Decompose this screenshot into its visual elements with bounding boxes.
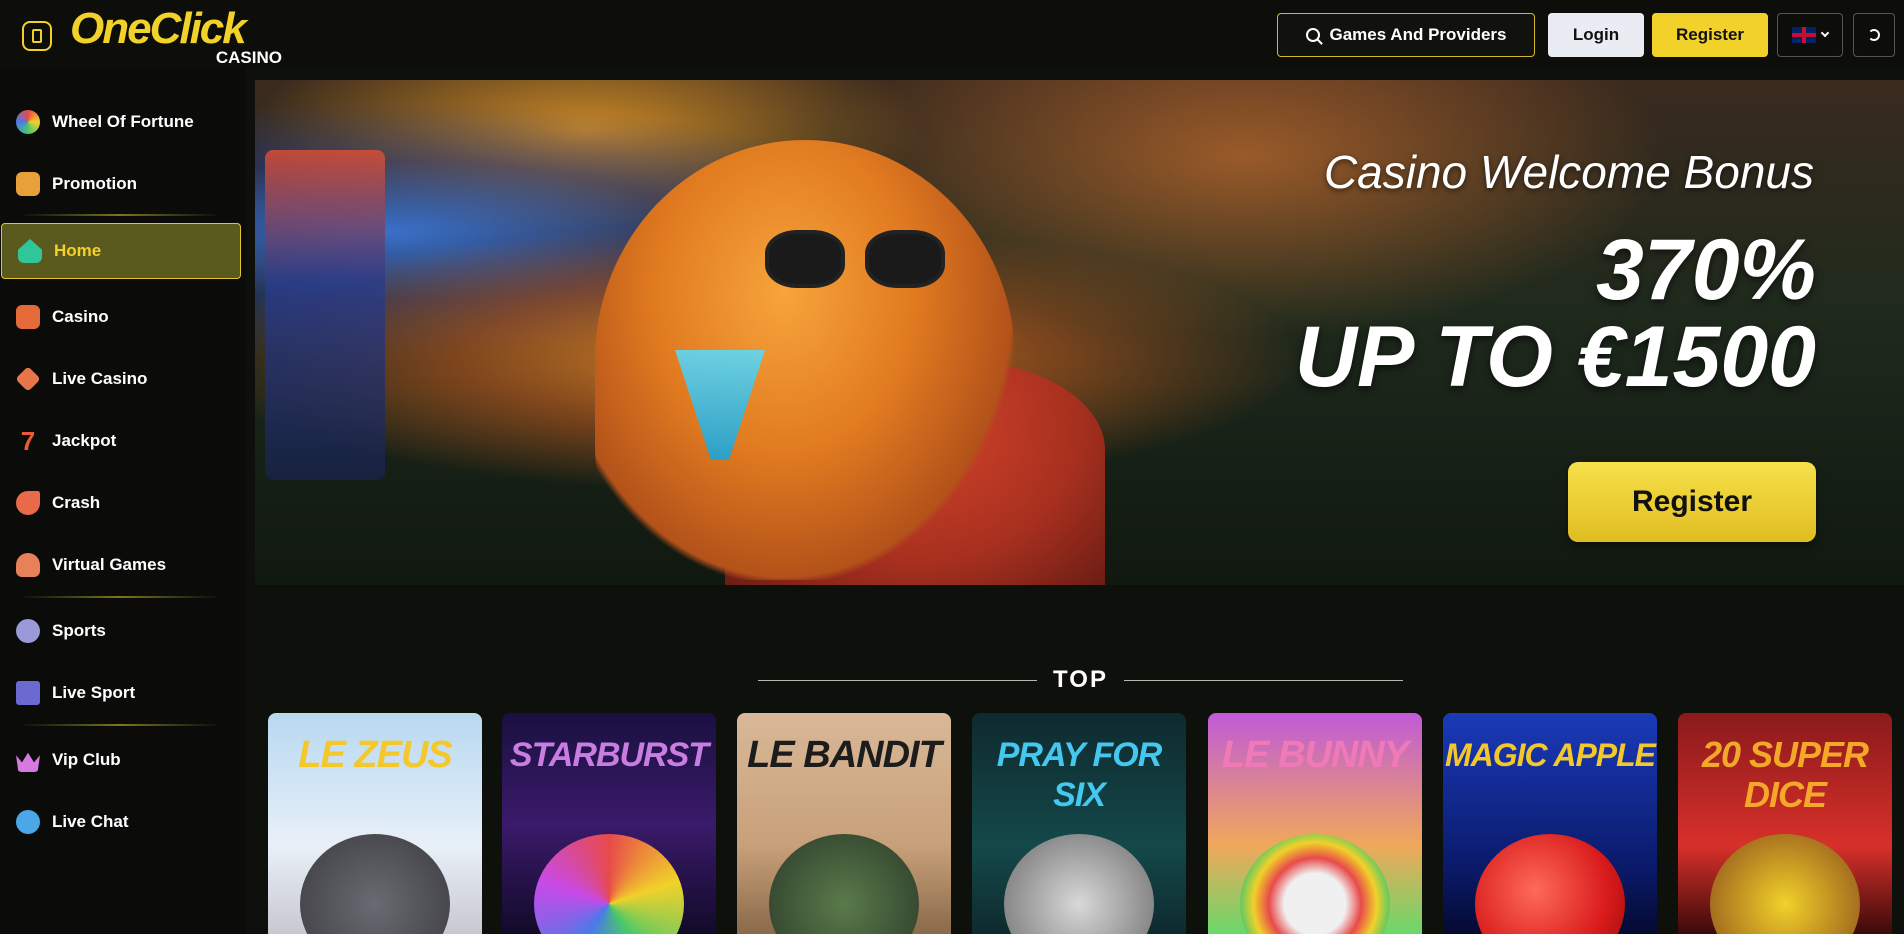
sidebar-item-label: Jackpot — [52, 431, 117, 450]
gift-icon — [16, 172, 40, 196]
moon-icon — [1868, 29, 1880, 41]
crown-icon — [16, 752, 40, 772]
top-header: OneClick CASINO Games And Providers Logi… — [0, 0, 1904, 68]
banner-title: Casino Welcome Bonus — [1323, 146, 1814, 198]
sidebar-item-live-sport[interactable]: Live Sport — [0, 665, 240, 721]
rocket-icon — [16, 491, 40, 515]
gamer-icon — [16, 553, 40, 577]
game-art — [769, 834, 919, 934]
monitor-icon — [16, 681, 40, 705]
sidebar-item-promotion[interactable]: Promotion — [0, 156, 240, 212]
game-card-pray-for-six[interactable]: PRAY FOR SIX — [972, 713, 1186, 934]
sidebar-item-label: Promotion — [52, 174, 137, 193]
sidebar-item-label: Live Chat — [52, 812, 129, 831]
sidebar-item-sports[interactable]: Sports — [0, 603, 240, 659]
top-section-title: TOP — [1053, 666, 1108, 693]
sidebar-item-label: Casino — [52, 307, 109, 326]
game-title: LE ZEUS — [298, 734, 452, 776]
sidebar-item-virtual-games[interactable]: Virtual Games — [0, 537, 240, 593]
sidebar-item-vip-club[interactable]: Vip Club — [0, 732, 240, 788]
sidebar-item-home[interactable]: Home — [1, 223, 241, 279]
slot-machine-icon — [16, 305, 40, 329]
search-icon — [1305, 28, 1320, 42]
game-art — [1004, 834, 1154, 934]
banner-register-button[interactable]: Register — [1568, 462, 1816, 542]
theme-toggle-button[interactable] — [1853, 13, 1895, 57]
banner-bonus-percent: 370% — [1596, 222, 1816, 318]
games-search-label: Games And Providers — [1329, 25, 1507, 44]
soccer-ball-icon — [16, 619, 40, 643]
wheel-icon — [16, 110, 40, 134]
sunglasses-illustration — [765, 230, 955, 290]
game-title: PRAY FOR SIX — [996, 736, 1163, 814]
game-card-le-zeus[interactable]: LE ZEUS — [268, 713, 482, 934]
game-art — [534, 834, 684, 934]
game-card-magic-apple[interactable]: MAGIC APPLE — [1443, 713, 1657, 934]
logo-sub: CASINO — [215, 48, 282, 67]
register-button[interactable]: Register — [1652, 13, 1768, 57]
game-title: 20 SUPER DICE — [1701, 734, 1869, 815]
sidebar-item-label: Wheel Of Fortune — [52, 112, 194, 131]
top-section-heading: TOP — [758, 665, 1403, 695]
seven-icon: 7 — [20, 425, 36, 456]
site-logo[interactable]: OneClick CASINO — [70, 4, 290, 67]
sidebar-item-label: Virtual Games — [52, 555, 167, 574]
sidebar: Wheel Of Fortune Promotion Home Casino L… — [0, 68, 246, 934]
sidebar-item-casino[interactable]: Casino — [0, 289, 240, 345]
chevron-down-icon — [1820, 28, 1830, 38]
sidebar-item-live-casino[interactable]: Live Casino — [0, 351, 240, 407]
game-art — [1710, 834, 1860, 934]
sidebar-item-label: Crash — [52, 493, 101, 512]
slot-machine-illustration — [265, 150, 385, 480]
sidebar-toggle-icon — [32, 29, 42, 43]
sidebar-item-label: Vip Club — [52, 750, 121, 769]
welcome-bonus-banner[interactable]: Casino Welcome Bonus 370% UP TO €1500 Re… — [255, 80, 1904, 585]
chat-icon — [16, 810, 40, 834]
heading-line-right — [1123, 679, 1403, 681]
tiger-mascot-illustration — [595, 140, 1015, 580]
uk-flag-icon — [1792, 27, 1816, 43]
home-icon — [18, 239, 42, 263]
games-search-button[interactable]: Games And Providers — [1277, 13, 1535, 57]
sidebar-item-label: Sports — [52, 621, 106, 640]
game-art — [1240, 834, 1390, 934]
sidebar-toggle-button[interactable] — [22, 21, 52, 51]
sidebar-item-label: Live Casino — [52, 369, 148, 388]
game-art — [300, 834, 450, 934]
logo-brand: OneClick — [70, 4, 247, 53]
game-card-le-bunny[interactable]: LE BUNNY — [1208, 713, 1422, 934]
sidebar-item-label: Home — [54, 241, 102, 260]
game-title: MAGIC APPLE — [1444, 737, 1656, 773]
sidebar-item-label: Live Sport — [52, 683, 136, 702]
game-art — [1475, 834, 1625, 934]
sidebar-divider — [20, 214, 220, 216]
heading-line-left — [758, 679, 1038, 681]
game-card-le-bandit[interactable]: LE BANDIT — [737, 713, 951, 934]
language-selector[interactable] — [1777, 13, 1843, 57]
login-button[interactable]: Login — [1548, 13, 1644, 57]
game-card-20-super-dice[interactable]: 20 SUPER DICE — [1678, 713, 1892, 934]
sidebar-item-wheel-of-fortune[interactable]: Wheel Of Fortune — [0, 94, 240, 150]
sidebar-divider — [20, 724, 220, 726]
cards-icon — [15, 366, 41, 392]
sidebar-item-live-chat[interactable]: Live Chat — [0, 794, 240, 850]
game-title: LE BANDIT — [747, 734, 942, 776]
banner-bonus-amount: UP TO €1500 — [1294, 309, 1816, 405]
sidebar-item-jackpot[interactable]: 7 Jackpot — [0, 413, 240, 469]
game-title: LE BUNNY — [1221, 734, 1409, 776]
sidebar-item-crash[interactable]: Crash — [0, 475, 240, 531]
sidebar-divider — [20, 596, 220, 598]
game-title: STARBURST — [509, 736, 709, 774]
game-card-starburst[interactable]: STARBURST — [502, 713, 716, 934]
